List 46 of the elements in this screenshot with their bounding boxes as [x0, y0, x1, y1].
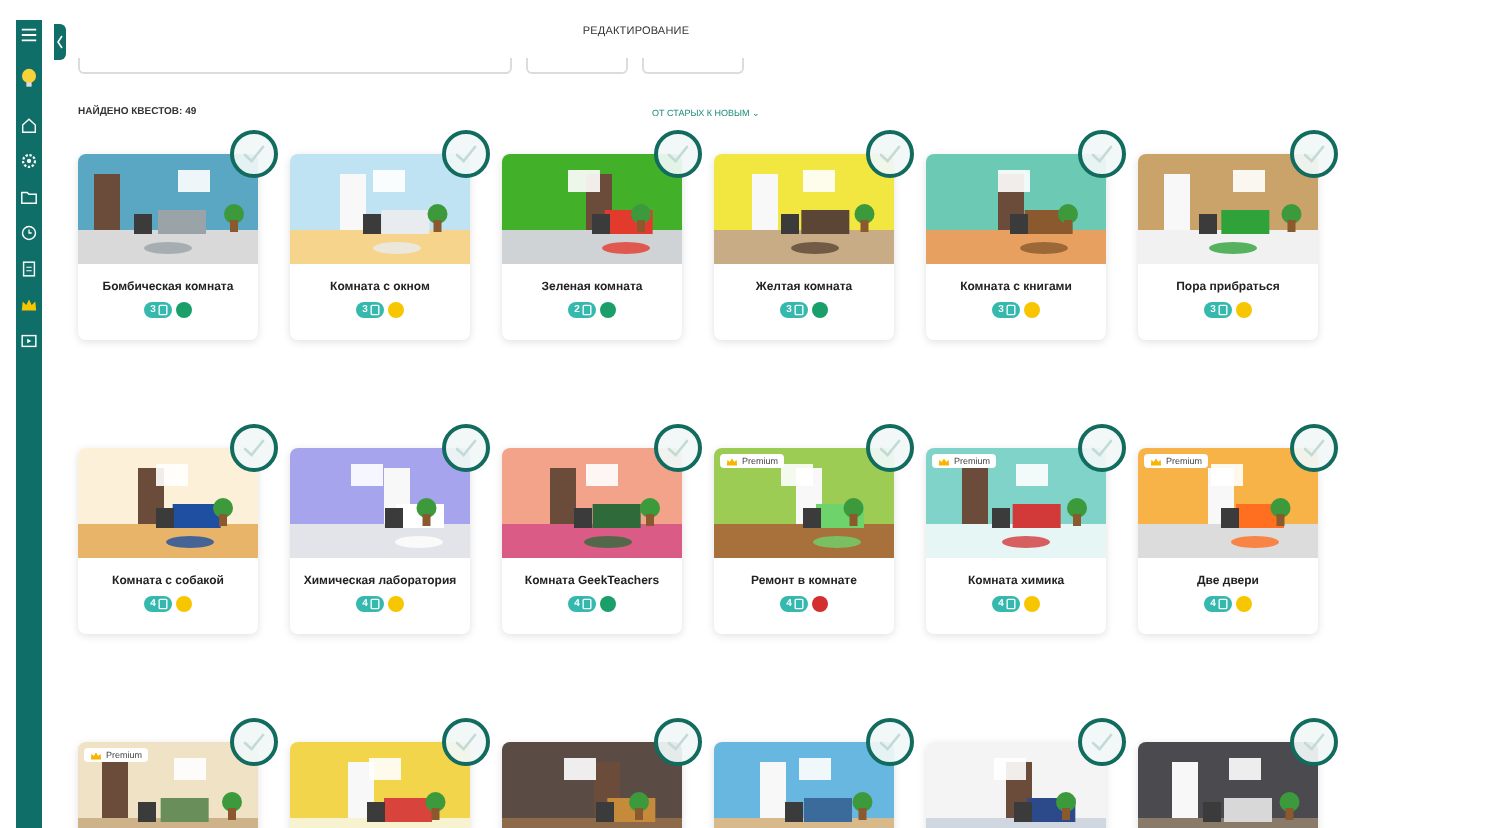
document-icon [1217, 304, 1228, 316]
search-field[interactable] [78, 58, 512, 74]
select-checkbox[interactable] [442, 718, 490, 766]
document-icon [1217, 598, 1228, 610]
select-checkbox[interactable] [1078, 424, 1126, 472]
document-icon [581, 304, 592, 316]
document-icon [1005, 598, 1016, 610]
document-icon [581, 598, 592, 610]
select-checkbox[interactable] [1290, 718, 1338, 766]
chevron-icon [56, 34, 64, 50]
select-checkbox[interactable] [442, 424, 490, 472]
screen-icon[interactable] [20, 332, 38, 350]
collapse-tab[interactable] [54, 24, 66, 60]
select-checkbox[interactable] [866, 424, 914, 472]
select-checkbox[interactable] [654, 130, 702, 178]
crown-icon [1150, 457, 1162, 465]
document-icon [369, 598, 380, 610]
gear-icon[interactable] [20, 152, 38, 170]
select-checkbox[interactable] [1290, 130, 1338, 178]
crown-icon [938, 457, 950, 465]
select-checkbox[interactable] [442, 130, 490, 178]
document-icon [793, 598, 804, 610]
select-checkbox[interactable] [866, 718, 914, 766]
crown-icon [726, 457, 738, 465]
select-checkbox[interactable] [654, 718, 702, 766]
select-checkbox[interactable] [230, 424, 278, 472]
document-icon [157, 598, 168, 610]
clock-icon[interactable] [20, 224, 38, 242]
document-icon [369, 304, 380, 316]
menu-icon[interactable] [20, 26, 38, 44]
select-checkbox[interactable] [1290, 424, 1338, 472]
document-icon[interactable] [20, 260, 38, 278]
select-checkbox[interactable] [654, 424, 702, 472]
home-icon[interactable] [20, 116, 38, 134]
select-checkbox[interactable] [230, 130, 278, 178]
select-checkbox[interactable] [1078, 130, 1126, 178]
document-icon [793, 304, 804, 316]
select-checkbox[interactable] [1078, 718, 1126, 766]
select-checkbox[interactable] [866, 130, 914, 178]
crown-icon[interactable] [20, 296, 38, 314]
lightbulb-icon[interactable] [18, 66, 40, 88]
document-icon [157, 304, 168, 316]
document-icon [1005, 304, 1016, 316]
select-checkbox[interactable] [230, 718, 278, 766]
crown-icon [90, 751, 102, 759]
folder-icon[interactable] [20, 188, 38, 206]
